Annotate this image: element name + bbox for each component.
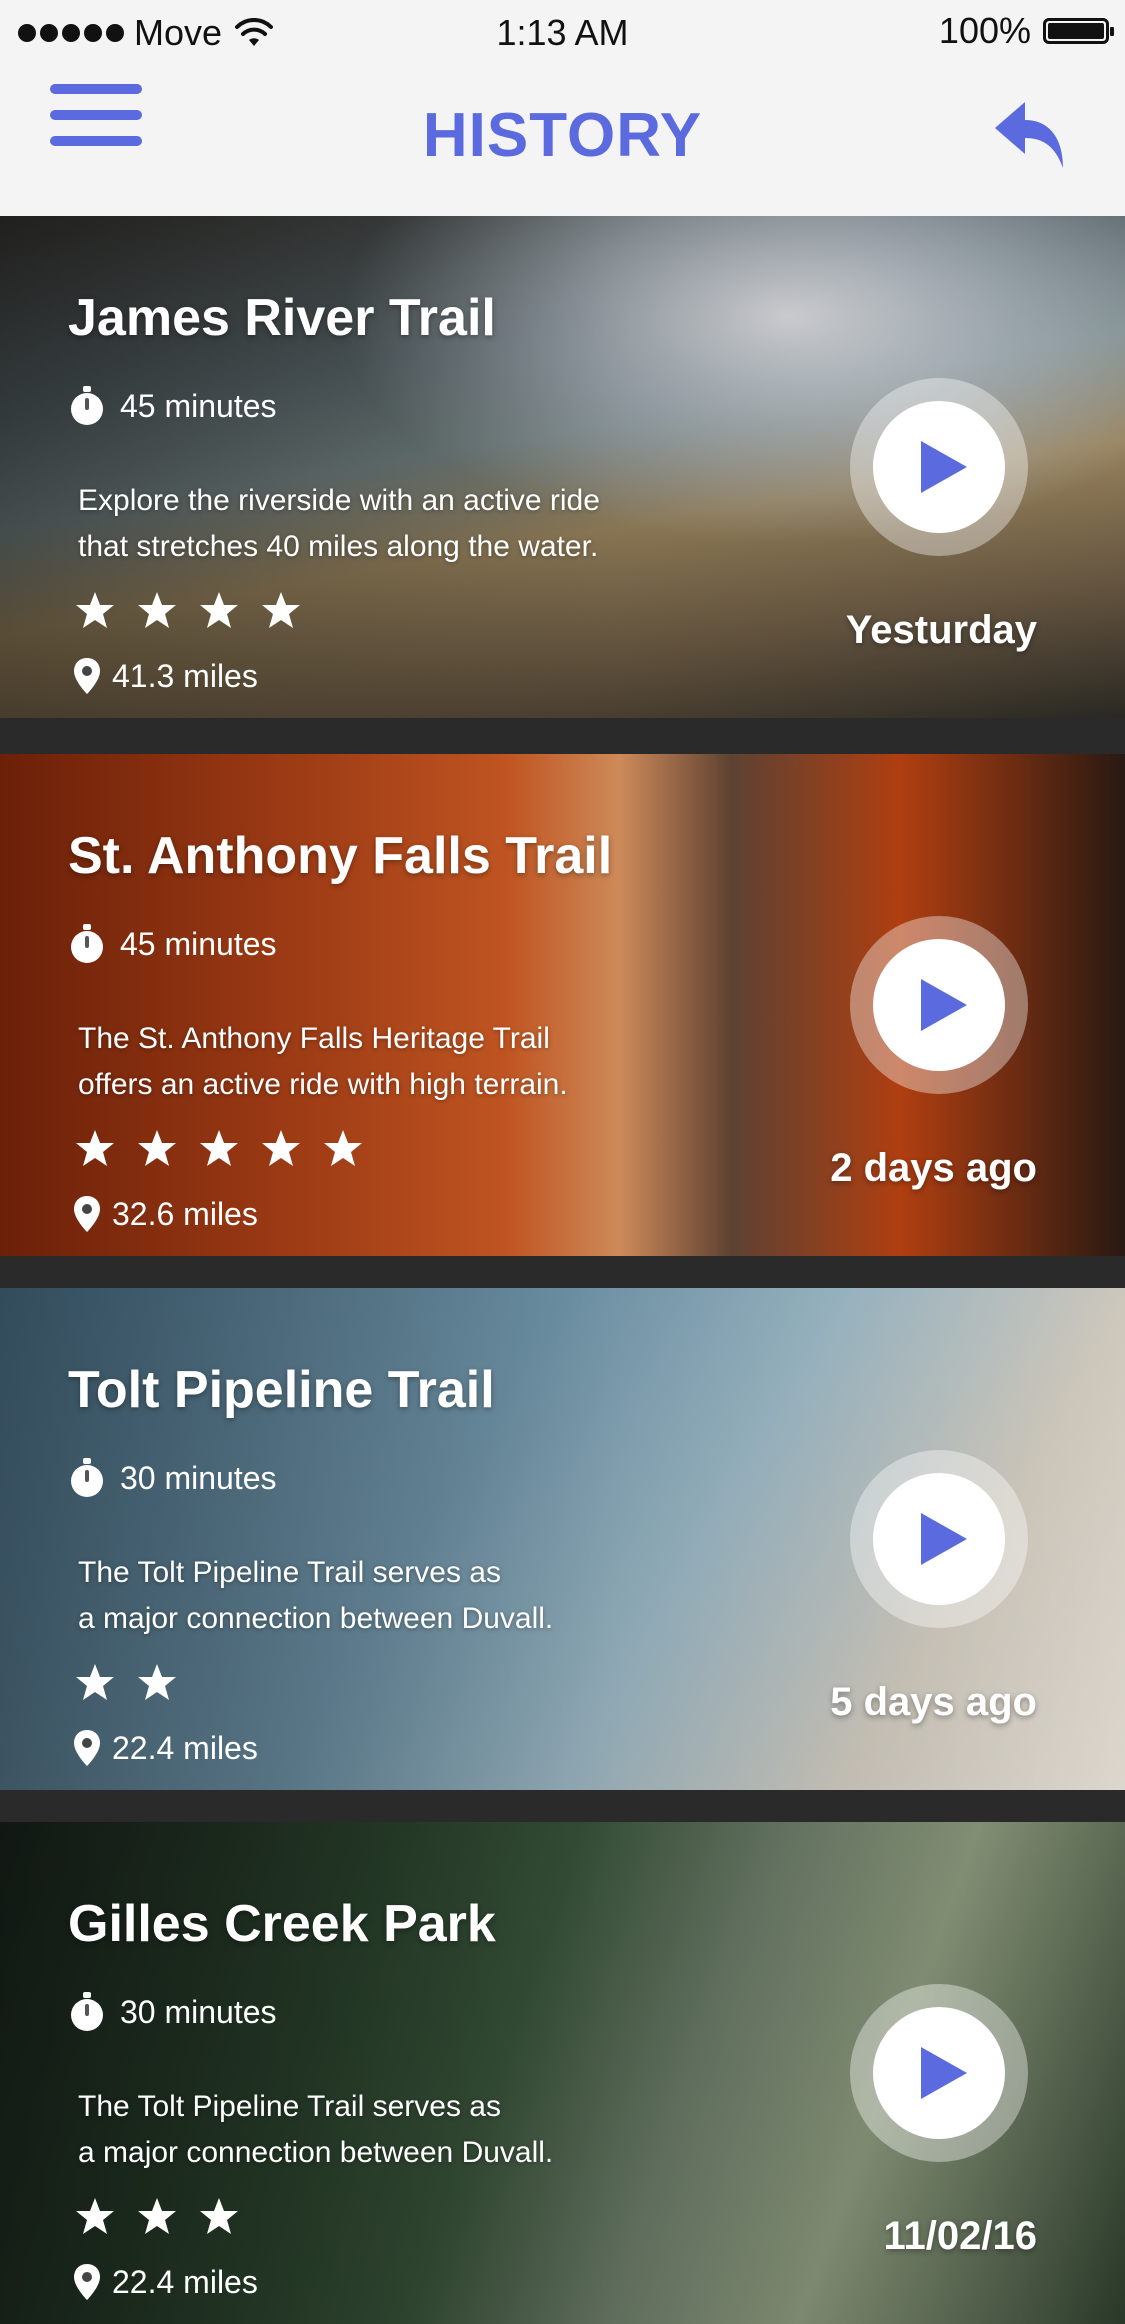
location-pin-icon (74, 1196, 100, 1232)
trail-duration: 30 minutes (68, 1458, 277, 1498)
play-button[interactable] (850, 1450, 1028, 1628)
play-icon (921, 1513, 967, 1565)
trail-description: The St. Anthony Falls Heritage Trail off… (78, 1016, 718, 1108)
description-line: The Tolt Pipeline Trail serves as (78, 2090, 501, 2123)
description-line: offers an active ride with high terrain. (78, 1068, 568, 1101)
description-line: The St. Anthony Falls Heritage Trail (78, 1022, 550, 1055)
trail-description: The Tolt Pipeline Trail serves as a majo… (78, 1550, 718, 1642)
play-icon (921, 979, 967, 1031)
location-pin-icon (74, 1730, 100, 1766)
duration-text: 30 minutes (120, 1993, 277, 2030)
trail-title: Tolt Pipeline Trail (68, 1361, 495, 1419)
star-rating (74, 2196, 240, 2238)
trail-distance: 41.3 miles (72, 656, 258, 696)
stopwatch-icon (71, 1992, 103, 2031)
duration-text: 45 minutes (120, 925, 277, 962)
star-rating (74, 590, 302, 632)
star-icon (200, 1130, 238, 1166)
play-button[interactable] (850, 378, 1028, 556)
description-line: that stretches 40 miles along the water. (78, 530, 599, 563)
trail-distance: 22.4 miles (72, 1728, 258, 1768)
distance-text: 41.3 miles (112, 657, 258, 694)
trail-date: 2 days ago (830, 1146, 1037, 1190)
play-icon (921, 2047, 967, 2099)
trail-title: James River Trail (68, 289, 496, 347)
trail-card[interactable]: St. Anthony Falls Trail 45 minutes The S… (0, 754, 1125, 1256)
trail-duration: 45 minutes (68, 386, 277, 426)
play-button[interactable] (850, 916, 1028, 1094)
distance-text: 32.6 miles (112, 1195, 258, 1232)
trail-distance: 22.4 miles (72, 2262, 258, 2302)
stopwatch-icon (71, 1458, 103, 1497)
description-line: a major connection between Duvall. (78, 1602, 554, 1635)
stopwatch-icon (71, 924, 103, 963)
page-title: HISTORY (422, 101, 703, 170)
trail-duration: 45 minutes (68, 924, 277, 964)
duration-text: 45 minutes (120, 387, 277, 424)
status-bar: Move 1:13 AM 100% (0, 0, 1125, 64)
trail-description: Explore the riverside with an active rid… (78, 478, 718, 570)
trail-distance: 32.6 miles (72, 1194, 258, 1234)
stopwatch-icon (71, 386, 103, 425)
back-arrow-icon[interactable] (991, 98, 1071, 172)
trail-description: The Tolt Pipeline Trail serves as a majo… (78, 2084, 718, 2176)
trail-title: St. Anthony Falls Trail (68, 827, 613, 885)
trail-date: Yesturday (845, 608, 1037, 652)
status-right: 100% (938, 10, 1114, 52)
star-rating (74, 1662, 178, 1704)
distance-text: 22.4 miles (112, 1729, 258, 1766)
duration-text: 30 minutes (120, 1459, 277, 1496)
star-icon (262, 592, 300, 628)
trail-date: 5 days ago (830, 1680, 1037, 1724)
app-header: HISTORY (0, 64, 1125, 216)
star-icon (138, 592, 176, 628)
trail-duration: 30 minutes (68, 1992, 277, 2032)
distance-text: 22.4 miles (112, 2263, 258, 2300)
location-pin-icon (74, 2264, 100, 2300)
description-line: Explore the riverside with an active rid… (78, 484, 600, 517)
battery-percent: 100% (938, 10, 1031, 51)
star-rating (74, 1128, 364, 1170)
trail-date: 11/02/16 (883, 2214, 1038, 2258)
star-icon (76, 1664, 114, 1700)
battery-icon (1043, 18, 1114, 44)
trail-title: Gilles Creek Park (68, 1895, 496, 1953)
star-icon (138, 1664, 176, 1700)
star-icon (200, 2198, 238, 2234)
description-line: a major connection between Duvall. (78, 2136, 554, 2169)
star-icon (138, 1130, 176, 1166)
play-icon (921, 441, 967, 493)
trail-card[interactable]: Tolt Pipeline Trail 30 minutes The Tolt … (0, 1288, 1125, 1790)
trail-card[interactable]: James River Trail 45 minutes Explore the… (0, 216, 1125, 718)
description-line: The Tolt Pipeline Trail serves as (78, 1556, 501, 1589)
star-icon (324, 1130, 362, 1166)
trail-card[interactable]: Gilles Creek Park 30 minutes The Tolt Pi… (0, 1822, 1125, 2324)
star-icon (138, 2198, 176, 2234)
star-icon (76, 592, 114, 628)
star-icon (76, 1130, 114, 1166)
star-icon (262, 1130, 300, 1166)
star-icon (200, 592, 238, 628)
star-icon (76, 2198, 114, 2234)
location-pin-icon (74, 658, 100, 694)
play-button[interactable] (850, 1984, 1028, 2162)
